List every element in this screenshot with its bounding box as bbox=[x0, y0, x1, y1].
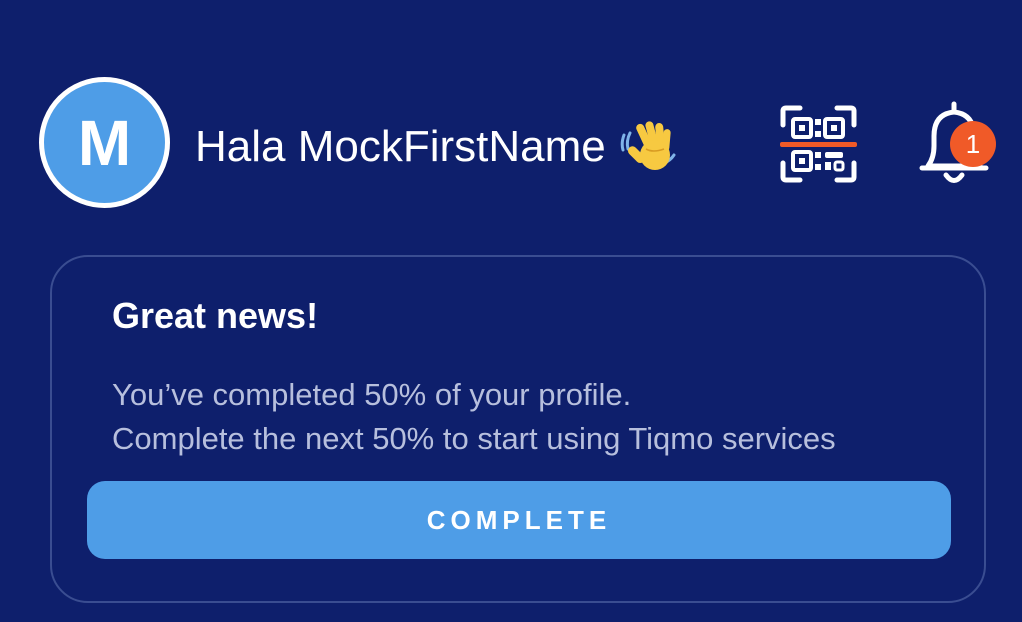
greeting-text: Hala MockFirstName bbox=[195, 122, 606, 171]
card-description-line-1: You’ve completed 50% of your profile. bbox=[112, 377, 632, 412]
notification-badge: 1 bbox=[950, 121, 996, 167]
avatar-initial: M bbox=[77, 106, 132, 179]
waving-hand-icon bbox=[620, 119, 680, 175]
card-description-line-2: Complete the next 50% to start using Tiq… bbox=[112, 421, 836, 456]
profile-completion-card: Great news! You’ve completed 50% of your… bbox=[50, 255, 986, 603]
qr-code-scan-button[interactable] bbox=[780, 105, 857, 183]
home-screen: M Hala MockFirstName 1 Great news! You’v… bbox=[0, 0, 1022, 622]
card-title: Great news! bbox=[112, 295, 319, 336]
greeting: Hala MockFirstName bbox=[195, 119, 680, 175]
card-description: You’ve completed 50% of your profile. Co… bbox=[112, 373, 836, 461]
avatar[interactable]: M bbox=[39, 77, 170, 208]
qr-code-scan-icon bbox=[780, 105, 857, 183]
complete-profile-button[interactable]: COMPLETE bbox=[87, 481, 951, 559]
